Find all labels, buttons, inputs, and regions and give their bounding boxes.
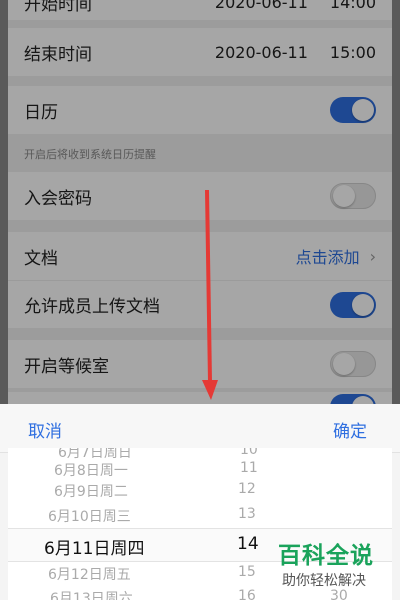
watermark-title: 百科全说 [278,543,374,569]
picker-hour-item[interactable]: 11 [240,460,258,476]
picker-hour-item[interactable]: 16 [238,588,256,600]
confirm-button[interactable]: 确定 [333,417,367,442]
picker-header: 取消 确定 [0,404,400,453]
baike-watermark-logo: 百科全说 助你轻松解决 [276,536,396,596]
picker-hour-selected[interactable]: 14 [237,534,259,554]
picker-hour-item[interactable]: 15 [238,564,256,580]
picker-hour-item[interactable]: 12 [238,481,256,497]
picker-hour-item[interactable]: 13 [238,506,256,522]
picker-date-item[interactable]: 6月9日周二 [54,481,128,501]
watermark-subtitle: 助你轻松解决 [282,573,366,589]
cancel-button[interactable]: 取消 [28,417,62,442]
picker-hour-item[interactable]: 10 [240,448,258,458]
picker-date-item[interactable]: 6月12日周五 [48,564,131,584]
picker-date-selected[interactable]: 6月11日周四 [44,534,144,559]
picker-date-item[interactable]: 6月13日周六 [50,588,133,600]
picker-date-item[interactable]: 6月8日周一 [54,460,128,480]
picker-date-item[interactable]: 6月10日周三 [48,506,131,526]
